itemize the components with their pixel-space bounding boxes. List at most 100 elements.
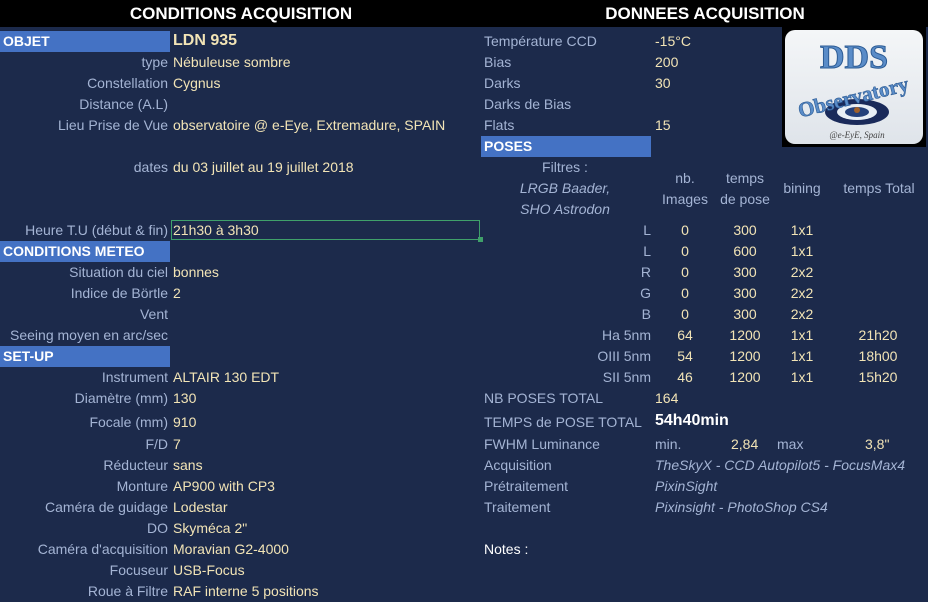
value-dates[interactable]: du 03 juillet au 19 juillet 2018 — [173, 157, 354, 178]
col-nb-line1: nb. — [675, 170, 695, 186]
fill-handle[interactable] — [478, 237, 483, 242]
pose-bining-cell[interactable]: 2x2 — [772, 304, 832, 325]
value-fd[interactable]: 7 — [173, 434, 181, 455]
value-reducteur[interactable]: sans — [173, 455, 203, 476]
value-diametre[interactable]: 130 — [173, 388, 196, 409]
label-darks-bias: Darks de Bias — [484, 96, 572, 112]
value-nb-poses-total[interactable]: 164 — [655, 388, 678, 409]
value-situation[interactable]: bonnes — [173, 262, 219, 283]
pose-bining-cell[interactable]: 2x2 — [772, 283, 832, 304]
label-situation: Situation du ciel — [69, 264, 168, 280]
pose-nb-cell[interactable]: 0 — [660, 241, 710, 262]
pose-nb-cell[interactable]: 0 — [660, 262, 710, 283]
label-camera-acquisition: Caméra d'acquisition — [37, 541, 168, 557]
col-bining: bining — [783, 180, 821, 196]
section-meteo: CONDITIONS METEO — [0, 241, 170, 262]
value-instrument[interactable]: ALTAIR 130 EDT — [173, 367, 279, 388]
value-monture[interactable]: AP900 with CP3 — [173, 476, 275, 497]
value-camera-acquisition[interactable]: Moravian G2-4000 — [173, 539, 289, 560]
value-fwhm-min[interactable]: 2,84 — [731, 434, 758, 455]
pose-nb-cell[interactable]: 54 — [660, 346, 710, 367]
value-acquisition[interactable]: TheSkyX - CCD Autopilot5 - FocusMax4 — [655, 455, 905, 476]
pose-nb-cell[interactable]: 0 — [660, 220, 710, 241]
label-dates: dates — [133, 159, 168, 175]
pose-total-cell[interactable]: 15h20 — [840, 367, 916, 388]
label-seeing: Seeing moyen en arc/sec — [10, 327, 168, 343]
value-lieu[interactable]: observatoire @ e-Eye, Extremadure, SPAIN — [173, 115, 445, 136]
pose-pose-cell[interactable]: 1200 — [712, 346, 778, 367]
value-type[interactable]: Nébuleuse sombre — [173, 52, 291, 73]
label-type: type — [141, 54, 168, 70]
pose-filter-cell: R — [640, 264, 651, 280]
svg-text:DDS: DDS — [820, 39, 888, 76]
label-temps-pose-total: TEMPS de POSE TOTAL — [484, 414, 642, 430]
pose-pose-cell[interactable]: 1200 — [712, 325, 778, 346]
pose-filter-cell: OIII 5nm — [597, 348, 651, 364]
value-heure[interactable]: 21h30 à 3h30 — [173, 220, 259, 241]
col-temps-line2: de pose — [720, 191, 770, 207]
label-lieu: Lieu Prise de Vue — [58, 117, 168, 133]
label-monture: Monture — [116, 478, 168, 494]
pose-bining-cell[interactable]: 1x1 — [772, 367, 832, 388]
pose-pose-cell[interactable]: 1200 — [712, 367, 778, 388]
value-fwhm-max[interactable]: 3,8" — [865, 434, 889, 455]
value-temps-pose-total[interactable]: 54h40min — [655, 410, 729, 431]
value-roue-filtre[interactable]: RAF interne 5 positions — [173, 581, 319, 602]
label-flats: Flats — [484, 117, 515, 133]
pose-pose-cell[interactable]: 300 — [712, 220, 778, 241]
pose-filter-cell: L — [643, 222, 651, 238]
pose-pose-cell[interactable]: 300 — [712, 283, 778, 304]
label-diametre: Diamètre (mm) — [74, 390, 168, 406]
label-reducteur: Réducteur — [103, 457, 168, 473]
pose-filter-cell: G — [640, 285, 651, 301]
pose-bining-cell[interactable]: 1x1 — [772, 325, 832, 346]
object-name[interactable]: LDN 935 — [173, 30, 237, 51]
label-temperature: Température CCD — [484, 33, 597, 49]
label-acquisition: Acquisition — [484, 457, 552, 473]
label-focale: Focale (mm) — [89, 414, 168, 430]
value-focale[interactable]: 910 — [173, 412, 196, 433]
value-bortle[interactable]: 2 — [173, 283, 181, 304]
pose-filter-cell: B — [641, 306, 651, 322]
conditions-acquisition-title: CONDITIONS ACQUISITION — [129, 4, 353, 23]
value-temperature[interactable]: -15°C — [655, 31, 691, 52]
value-traitement[interactable]: Pixinsight - PhotoShop CS4 — [655, 497, 828, 518]
pose-nb-cell[interactable]: 0 — [660, 304, 710, 325]
label-pretraitement: Prétraitement — [484, 478, 569, 494]
label-traitement: Traitement — [484, 499, 551, 515]
pose-pose-cell[interactable]: 300 — [712, 304, 778, 325]
pose-bining-cell[interactable]: 1x1 — [772, 220, 832, 241]
label-distance: Distance (A.L) — [79, 96, 168, 112]
value-pretraitement[interactable]: PixinSight — [655, 476, 717, 497]
label-bias: Bias — [484, 54, 512, 70]
pose-pose-cell[interactable]: 600 — [712, 241, 778, 262]
pose-total-cell[interactable]: 18h00 — [840, 346, 916, 367]
pose-filter-cell: L — [643, 243, 651, 259]
pose-bining-cell[interactable]: 1x1 — [772, 241, 832, 262]
value-focuseur[interactable]: USB-Focus — [173, 560, 245, 581]
section-setup: SET-UP — [0, 346, 170, 367]
value-constellation[interactable]: Cygnus — [173, 73, 220, 94]
pose-total-cell[interactable]: 21h20 — [840, 325, 916, 346]
label-darks: Darks — [484, 75, 521, 91]
col-temps-line1: temps — [725, 170, 765, 186]
value-darks[interactable]: 30 — [655, 73, 671, 94]
pose-nb-cell[interactable]: 64 — [660, 325, 710, 346]
value-camera-guidage[interactable]: Lodestar — [173, 497, 227, 518]
label-camera-guidage: Caméra de guidage — [45, 499, 168, 515]
label-roue-filtre: Roue à Filtre — [87, 583, 168, 599]
label-fwhm: FWHM Luminance — [484, 436, 600, 452]
pose-pose-cell[interactable]: 300 — [712, 262, 778, 283]
label-fwhm-min: min. — [655, 436, 682, 452]
label-constellation: Constellation — [87, 75, 168, 91]
value-bias[interactable]: 200 — [655, 52, 678, 73]
pose-nb-cell[interactable]: 46 — [660, 367, 710, 388]
label-heure: Heure T.U (début & fin) — [25, 222, 168, 238]
pose-bining-cell[interactable]: 1x1 — [772, 346, 832, 367]
value-do[interactable]: Skyméca 2" — [173, 518, 247, 539]
pose-filter-cell: Ha 5nm — [601, 327, 651, 343]
value-flats[interactable]: 15 — [655, 115, 671, 136]
filters-line1: LRGB Baader, — [519, 180, 611, 196]
pose-nb-cell[interactable]: 0 — [660, 283, 710, 304]
pose-bining-cell[interactable]: 2x2 — [772, 262, 832, 283]
